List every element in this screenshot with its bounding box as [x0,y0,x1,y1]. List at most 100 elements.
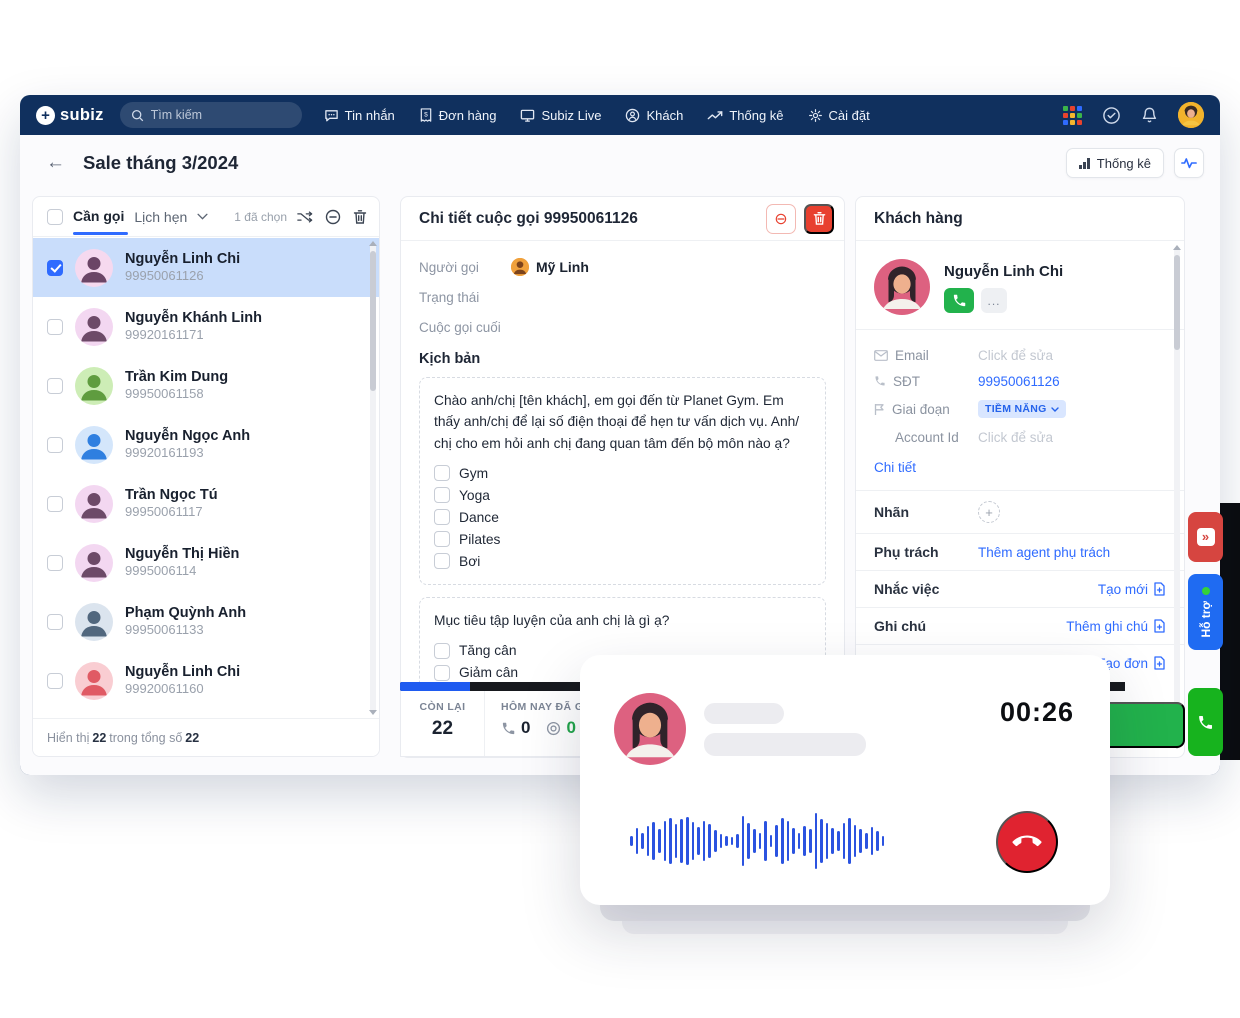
scroll-up-icon[interactable] [1173,245,1181,250]
support-tab[interactable]: Hỗ trợ [1188,574,1223,650]
contact-row[interactable]: Nguyễn Linh Chi 99920061160 [33,651,379,710]
call-contact-avatar [614,693,686,765]
contact-checkbox[interactable] [47,614,63,630]
list-actions [297,209,367,225]
page-title: Sale tháng 3/2024 [83,152,238,174]
chevron-down-icon [1051,407,1059,412]
phone-icon [501,721,516,736]
pulse-icon [1181,157,1197,169]
call-detail-header: Chi tiết cuộc gọi 99950061126 ⊖ [401,197,844,241]
option-checkbox[interactable] [434,487,450,503]
header-actions: Thống kê [1066,148,1204,178]
contact-row[interactable]: Phạm Quỳnh Anh 99950061133 [33,592,379,651]
script-option[interactable]: Yoga [434,484,811,506]
nav-item-subiz-live[interactable]: Subiz Live [520,108,601,123]
contact-avatar [75,544,113,582]
option-label: Dance [459,510,499,525]
option-checkbox[interactable] [434,465,450,481]
contact-row[interactable]: Nguyễn Khánh Linh 99920161171 [33,297,379,356]
script-option[interactable]: Dance [434,506,811,528]
calls-connected-stat: 0 [546,718,575,738]
subiz-logo-text: subiz [60,106,104,125]
subiz-logo[interactable]: + subiz [36,106,104,125]
reminder-label: Nhắc việc [874,581,978,597]
add-tag-icon[interactable]: + [978,501,1000,523]
script-option[interactable]: Pilates [434,528,811,550]
create-reminder-link[interactable]: Tạo mới [1098,582,1166,597]
chevron-down-icon[interactable] [197,213,208,220]
script-question-2: Mục tiêu tập luyện của anh chị là gì ạ? [434,610,811,631]
nav-item-orders[interactable]: $ Đơn hàng [419,108,497,123]
contact-checkbox[interactable] [47,673,63,689]
customer-detail-link[interactable]: Chi tiết [874,460,916,475]
back-arrow-icon[interactable]: ← [46,152,65,174]
status-check-icon[interactable] [1102,106,1121,125]
option-checkbox[interactable] [434,531,450,547]
tab-can-goi[interactable]: Cần gọi [73,208,124,226]
script-option[interactable]: Bơi [434,550,811,572]
more-actions-button[interactable]: ... [981,288,1007,313]
hangup-button[interactable] [996,811,1058,873]
tags-row: Nhãn + [856,491,1184,534]
contact-checkbox[interactable] [47,319,63,335]
shuffle-icon[interactable] [297,210,313,224]
stage-badge[interactable]: TIỀM NĂNG [978,400,1066,418]
phone-tab[interactable] [1188,688,1223,756]
remove-circle-icon[interactable] [325,209,341,225]
assignee-label: Phụ trách [874,544,978,560]
option-checkbox[interactable] [434,509,450,525]
nav-item-analytics[interactable]: Thống kê [707,108,783,123]
customer-scrollbar[interactable] [1174,247,1180,747]
page-header: ← Sale tháng 3/2024 Thống kê [20,135,1220,191]
call-customer-button[interactable] [944,288,974,313]
script-option[interactable]: Gym [434,462,811,484]
contact-checkbox[interactable] [47,378,63,394]
scroll-down-icon[interactable] [369,710,377,715]
contact-row[interactable]: Trần Kim Dung 99950061158 [33,356,379,415]
apps-grid-icon[interactable] [1063,106,1082,125]
nav-item-settings[interactable]: Cài đặt [808,108,870,123]
bell-icon[interactable] [1141,106,1158,124]
caller-label: Người gọi [419,260,511,275]
remove-from-campaign-button[interactable]: ⊖ [766,204,796,234]
option-checkbox[interactable] [434,643,450,659]
activity-pulse-button[interactable] [1174,148,1204,178]
contact-row[interactable]: Nguyễn Linh Chi 99950061126 [33,238,379,297]
global-search[interactable] [120,102,302,128]
contacts-scrollbar[interactable] [370,243,376,713]
contacts-panel-header: Cần gọi Lịch hẹn 1 đã chọn [33,197,379,237]
option-label: Tăng cân [459,643,517,658]
option-checkbox[interactable] [434,665,450,681]
select-all-checkbox[interactable] [47,209,63,225]
option-checkbox[interactable] [434,553,450,569]
contact-avatar [75,603,113,641]
contact-row[interactable]: Trần Ngọc Tú 99950061117 [33,474,379,533]
contact-row[interactable]: Nguyễn Ngọc Anh 99920161193 [33,415,379,474]
nav-item-customers[interactable]: Khách [625,108,683,123]
account-id-value[interactable]: Click để sửa [978,430,1053,445]
contact-checkbox[interactable] [47,437,63,453]
option-label: Yoga [459,488,490,503]
doc-plus-icon [1153,619,1166,633]
delete-call-button[interactable] [804,204,834,234]
option-label: Pilates [459,532,500,547]
target-icon [546,721,561,736]
collapse-panel-tab[interactable]: » [1188,512,1223,562]
scroll-up-icon[interactable] [369,241,377,246]
nav-item-messages[interactable]: Tin nhắn [324,108,395,123]
contact-checkbox[interactable] [47,260,63,276]
tab-lich-hen[interactable]: Lịch hẹn [134,209,187,225]
search-input[interactable] [151,108,281,122]
trash-icon[interactable] [353,209,367,225]
selected-count: 1 đã chọn [234,210,287,224]
statistics-button[interactable]: Thống kê [1066,148,1164,178]
phone-value[interactable]: 99950061126 [978,374,1060,389]
contact-row[interactable]: Nguyễn Thị Hiền 9995006114 [33,533,379,592]
email-value[interactable]: Click để sửa [978,348,1053,363]
email-icon [874,350,888,361]
contact-checkbox[interactable] [47,496,63,512]
add-note-link[interactable]: Thêm ghi chú [1066,619,1166,634]
contact-checkbox[interactable] [47,555,63,571]
user-avatar[interactable] [1178,102,1204,128]
add-assignee-link[interactable]: Thêm agent phụ trách [978,545,1110,560]
